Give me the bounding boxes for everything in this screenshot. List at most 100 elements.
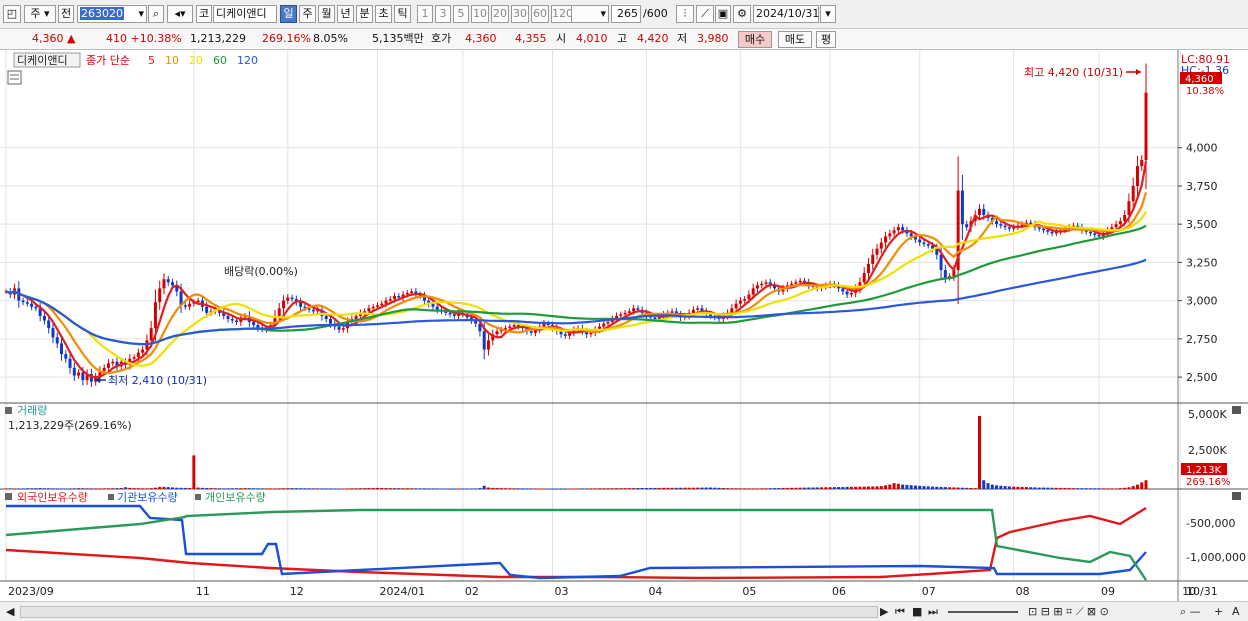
unit-select[interactable]: ▾: [571, 5, 609, 23]
volume-bar: [764, 488, 768, 490]
period-tab-4[interactable]: 분: [356, 5, 373, 23]
count-input[interactable]: 265: [611, 5, 641, 23]
candle-body: [141, 349, 145, 353]
period-tab-6[interactable]: 틱: [394, 5, 411, 23]
volume-bar: [798, 487, 802, 489]
speaker-icon[interactable]: ◂▾: [167, 5, 193, 23]
scroll-track[interactable]: [20, 606, 878, 618]
legend-ma-10: 10: [165, 54, 179, 67]
candle-body: [926, 244, 930, 246]
volume-bar: [30, 488, 34, 490]
stop-icon[interactable]: ■: [912, 605, 922, 618]
volume-bar: [106, 488, 110, 490]
interval-button-2[interactable]: 5: [453, 5, 469, 23]
interval-button-4[interactable]: 20: [491, 5, 509, 23]
volume-bar: [700, 487, 704, 489]
sell-button[interactable]: 매도: [778, 31, 812, 48]
candle-body: [943, 270, 947, 278]
legend-stock: 디케이앤디: [17, 54, 68, 67]
draw-tool-icon[interactable]: ⟋: [696, 5, 714, 23]
period-tab-2[interactable]: 월: [318, 5, 335, 23]
interval-button-5[interactable]: 30: [511, 5, 529, 23]
buy-button[interactable]: 매수: [738, 31, 772, 48]
candle-body: [738, 300, 742, 304]
volume-bar: [1131, 486, 1135, 489]
interval-button-6[interactable]: 60: [531, 5, 549, 23]
candle-body: [866, 263, 870, 274]
interval-button-1[interactable]: 3: [435, 5, 451, 23]
volume-bar: [666, 487, 670, 489]
volume-panel-close-icon[interactable]: [1232, 406, 1241, 414]
candle-body: [149, 328, 153, 341]
save-icon[interactable]: ▣: [715, 5, 731, 23]
search-icon[interactable]: ⌕: [148, 5, 164, 23]
stock-name-field[interactable]: 디케이앤디: [213, 5, 277, 23]
volume-bar: [593, 488, 597, 490]
rewind-icon[interactable]: ⏮: [895, 605, 905, 618]
volume-bar: [824, 487, 828, 489]
volume-bar: [1007, 486, 1011, 489]
holding-panel-close-icon[interactable]: [1232, 492, 1241, 500]
zoom-slider[interactable]: [948, 611, 1018, 613]
holding-axis-500k: -500,000: [1186, 517, 1235, 530]
x-tick-label: 04: [648, 585, 662, 598]
zoom-out-icon[interactable]: ⌕ —: [1180, 605, 1201, 618]
average-button[interactable]: 평: [816, 31, 836, 48]
code-input[interactable]: 263020 ▾: [77, 5, 147, 23]
volume-last-label: 1,213K: [1186, 465, 1222, 476]
volume-bar: [333, 488, 337, 490]
price-tick-label: 2,750: [1186, 333, 1218, 346]
candle-body: [171, 282, 175, 286]
volume-bar: [98, 488, 102, 490]
interval-button-7[interactable]: 120: [551, 5, 573, 23]
volume-bar: [892, 483, 896, 489]
scroll-right-icon[interactable]: ▶: [880, 605, 888, 618]
candle-body: [72, 367, 76, 376]
date-input[interactable]: 2024/10/31: [753, 5, 819, 23]
x-tick-label: 09: [1101, 585, 1115, 598]
bottom-scrollbar: ◀ ▶ ⏮ ■ ⏭ ⊡ ⊟ ⊞ ⌗ ⟋ ⊠ ⊙ ⌕ — + A: [0, 601, 1248, 621]
volume-bar: [324, 488, 328, 490]
chart-tools-icon[interactable]: ⊡ ⊟ ⊞ ⌗ ⟋ ⊠ ⊙: [1028, 605, 1109, 618]
volume-bar: [977, 415, 981, 489]
interval-button-0[interactable]: 1: [417, 5, 433, 23]
volume-bar: [320, 488, 324, 490]
volume-bar: [1080, 488, 1084, 490]
volume-bar: [405, 488, 409, 490]
high-annotation: 최고 4,420 (10/31): [1024, 66, 1123, 79]
volume-bar: [948, 487, 952, 489]
candle-body: [965, 224, 969, 228]
name-tag[interactable]: 코: [196, 5, 212, 23]
candle-type-icon[interactable]: ⫶: [676, 5, 694, 23]
volume-bar: [85, 488, 89, 490]
stock-chart[interactable]: 4,000 3,750 3,500 3,250 3,000 2,750 2,500 2023…: [0, 50, 1248, 601]
period-tab-1[interactable]: 주: [299, 5, 316, 23]
table-icon[interactable]: [7, 70, 22, 85]
legend-ma-20: 20: [189, 54, 203, 67]
volume-bar: [777, 488, 781, 490]
open-price: 4,010: [576, 32, 608, 45]
scroll-left-icon[interactable]: ◀: [6, 605, 14, 618]
zoom-in-icon[interactable]: +: [1214, 605, 1223, 618]
volume-bar: [136, 488, 140, 490]
candle-body: [371, 306, 375, 309]
market-select[interactable]: 주 ▾: [24, 5, 56, 23]
period-tab-0[interactable]: 일: [280, 5, 297, 23]
layout-icon[interactable]: ◰: [3, 5, 21, 23]
compare-button[interactable]: 전: [58, 5, 74, 23]
volume-bar: [704, 487, 708, 489]
volume-bar: [401, 488, 405, 490]
volume-bar: [183, 487, 187, 489]
period-tab-5[interactable]: 초: [375, 5, 392, 23]
candle-body: [448, 312, 452, 315]
font-size-icon[interactable]: A: [1232, 605, 1240, 618]
calendar-chevron-icon[interactable]: ▾: [820, 5, 836, 23]
gear-icon[interactable]: ⚙: [733, 5, 751, 23]
forward-icon[interactable]: ⏭: [928, 605, 938, 618]
candle-body: [862, 273, 866, 283]
indiv-legend-marker: [195, 494, 201, 500]
volume-bar: [709, 487, 712, 489]
period-tab-3[interactable]: 년: [337, 5, 354, 23]
volume-bar: [790, 487, 794, 489]
interval-button-3[interactable]: 10: [471, 5, 489, 23]
